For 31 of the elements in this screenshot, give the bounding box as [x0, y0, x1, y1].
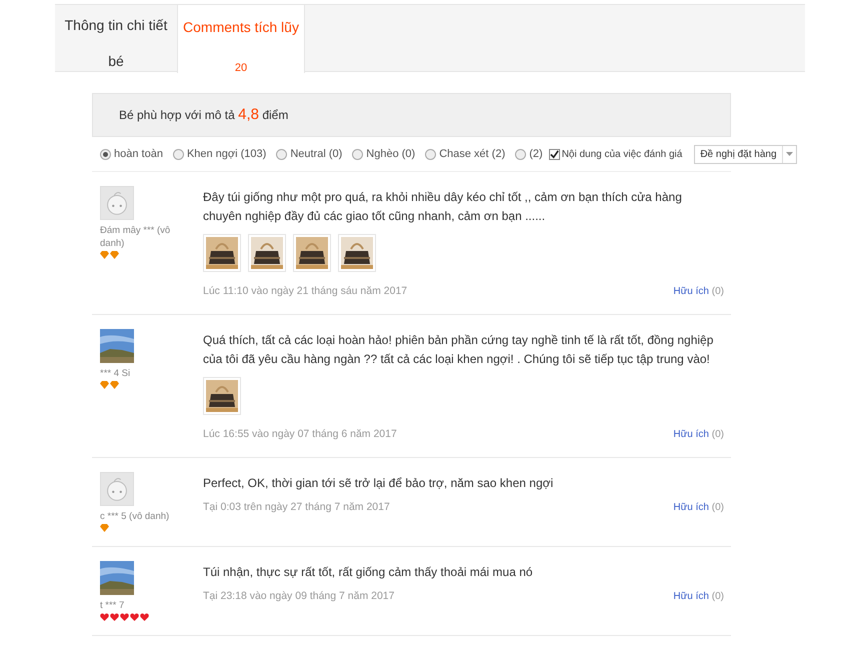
user-name: Đám mây *** (vô danh) — [100, 224, 172, 250]
review-text: Quá thích, tất cả các loại hoàn hảo! phiên bản phần cứng tay nghề tinh tế là rất tốt, đồng nghiệp của tôi đã yêu cầu hàng ngàn ?? tất cả các loại khen ngợi! . Chúng tôi sẽ tiếp tục tập trung vào! — [203, 332, 714, 368]
review-date: Lúc 11:10 vào ngày 21 tháng sáu năm 2017 — [203, 284, 408, 299]
review-date: Tại 0:03 trên ngày 27 tháng 7 năm 2017 — [203, 500, 390, 514]
user-name: *** 4 Si — [100, 366, 132, 380]
user-name: c *** 5 (vô danh) — [100, 510, 170, 522]
filter-radio[interactable]: hoàn toàn — [100, 146, 163, 162]
user-name: t *** 7 — [100, 598, 126, 612]
review-date: Lúc 16:55 vào ngày 07 tháng 6 năm 2017 — [203, 426, 397, 442]
sort-dropdown[interactable]: Đề nghị đặt hàng — [694, 144, 796, 164]
content-checkbox[interactable]: Nội dung của việc đánh giá — [548, 146, 682, 162]
review-text: Đây túi giống như một pro quá, ra khỏi nhiều dây kéo chỉ tốt ,, cảm ơn bạn thích cửa hàng chuyên nghiệp đầy đủ các giao tốt cũng nhanh, cảm ơn bạn ...... — [203, 189, 683, 225]
avatar — [100, 472, 134, 506]
review-text: Perfect, OK, thời gian tới sẽ trở lại để bảo trợ, năm sao khen ngợi — [203, 474, 554, 492]
filter-radio[interactable]: Neutral (0) — [276, 146, 342, 162]
tab[interactable]: Thông tin chi tiết bé — [55, 5, 177, 73]
review-date: Tại 23:18 vào ngày 09 tháng 7 năm 2017 — [203, 588, 394, 604]
filter-radio[interactable]: (2) — [515, 146, 543, 162]
diamond-icon — [100, 524, 109, 532]
avatar — [100, 186, 134, 220]
rating-text: Bé phù hợp với mô tả 4,8 điểm — [119, 104, 288, 125]
caret-icon — [786, 152, 792, 156]
helpful-link[interactable]: Hữu ích (0) — [673, 284, 724, 300]
helpful-link[interactable]: Hữu ích (0) — [673, 588, 724, 604]
filter-radio[interactable]: Nghèo (0) — [352, 146, 416, 162]
review-text: Túi nhận, thực sự rất tốt, rất giống cảm thấy thoải mái mua nó — [203, 564, 534, 580]
helpful-link[interactable]: Hữu ích (0) — [673, 500, 724, 515]
helpful-link[interactable]: Hữu ích (0) — [673, 427, 724, 442]
filter-radio[interactable]: Chase xét (2) — [425, 146, 506, 162]
check-icon — [550, 150, 559, 158]
filter-radio[interactable]: Khen ngợi (103) — [172, 146, 266, 162]
